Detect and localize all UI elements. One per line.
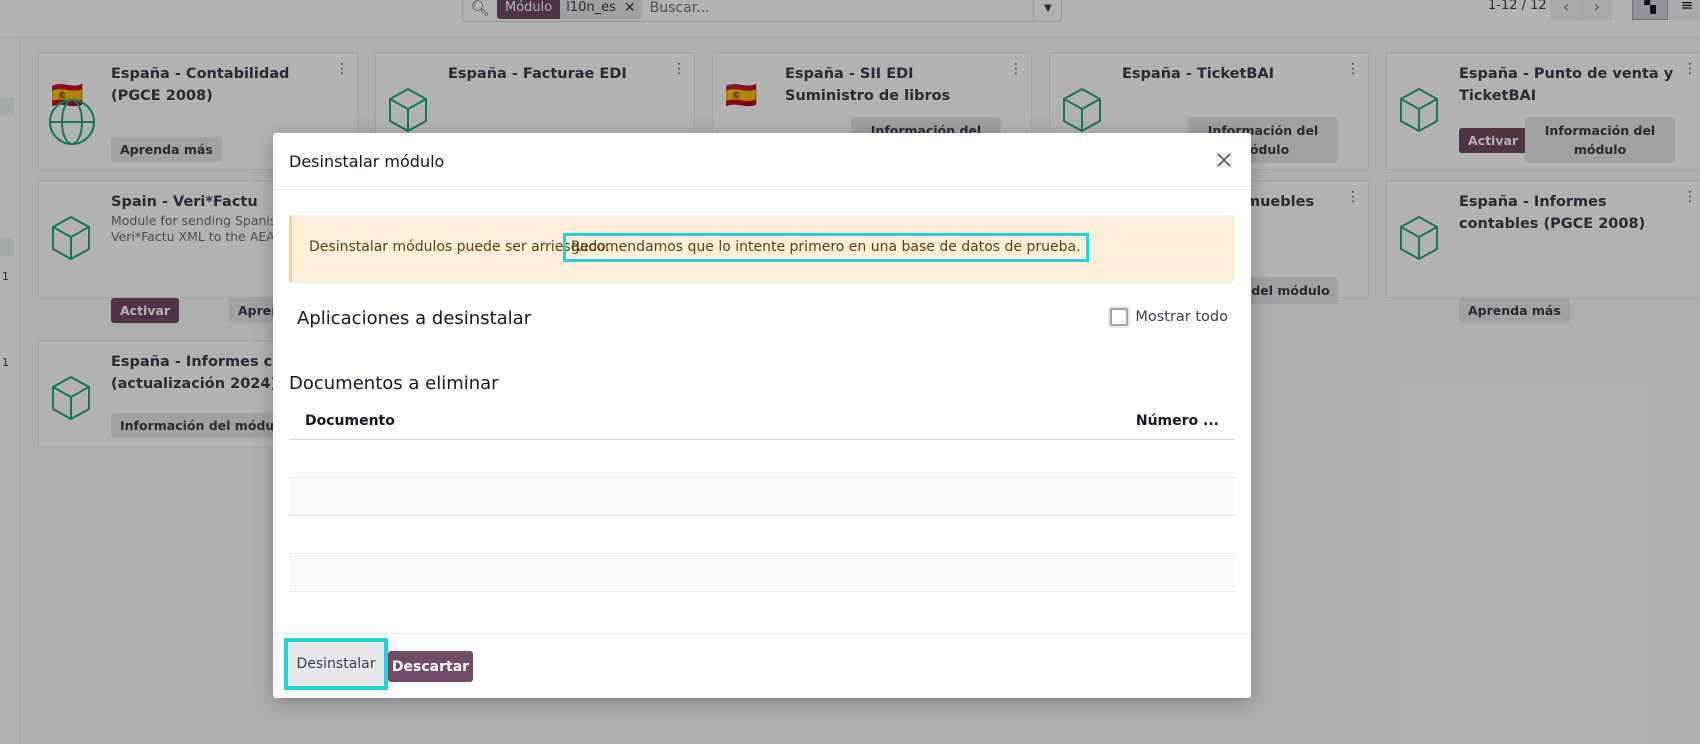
- show-all-toggle[interactable]: Mostrar todo: [1110, 308, 1228, 326]
- uninstall-button[interactable]: Desinstalar: [284, 638, 388, 690]
- documents-table: Documento Número ...: [289, 403, 1235, 592]
- table-row: [289, 516, 1235, 554]
- column-header-document[interactable]: Documento: [305, 413, 395, 429]
- alert-recommendation: Recomendamos que lo intente primero en u…: [563, 233, 1089, 262]
- warning-alert: Desinstalar módulos puede ser arriesgado…: [289, 215, 1235, 283]
- table-row: [289, 478, 1235, 516]
- close-icon: [1217, 153, 1231, 167]
- documents-to-delete-heading: Documentos a eliminar: [289, 373, 499, 394]
- apps-to-uninstall-heading: Aplicaciones a desinstalar: [297, 308, 532, 329]
- modal-footer: Desinstalar Descartar: [273, 633, 1251, 698]
- column-header-number[interactable]: Número ...: [1136, 413, 1219, 429]
- show-all-checkbox[interactable]: [1110, 308, 1129, 326]
- close-button[interactable]: [1209, 145, 1239, 175]
- table-row: [289, 440, 1235, 478]
- discard-button[interactable]: Descartar: [388, 651, 473, 682]
- table-header: Documento Número ...: [289, 403, 1235, 440]
- modal-title: Desinstalar módulo: [289, 152, 445, 171]
- uninstall-module-dialog: Desinstalar módulo Desinstalar módulos p…: [273, 133, 1251, 698]
- show-all-label: Mostrar todo: [1135, 309, 1228, 325]
- table-row: [289, 554, 1235, 592]
- modal-header: Desinstalar módulo: [273, 133, 1251, 190]
